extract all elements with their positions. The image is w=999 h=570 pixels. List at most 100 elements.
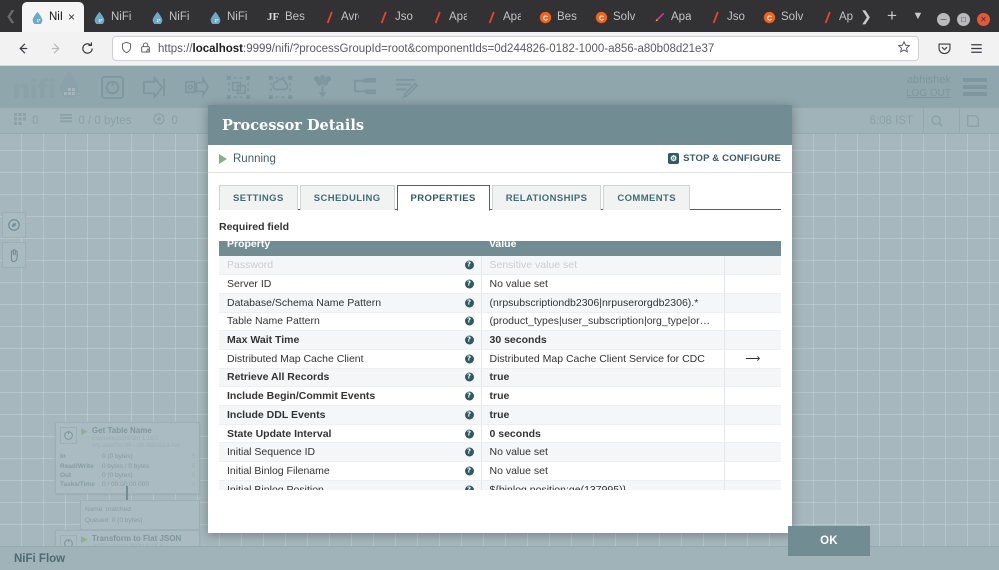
property-value-cell[interactable]: No value set	[481, 442, 725, 463]
connection-queued-row: Queued 0 (0 bytes)	[85, 515, 195, 526]
help-icon[interactable]: ?	[464, 279, 474, 289]
tab-scroll-left-icon[interactable]: ❮	[0, 0, 22, 32]
table-row[interactable]: Distributed Map Cache Client? Distributed…	[219, 349, 781, 369]
browser-tab-13[interactable]: C Solve	[754, 2, 812, 32]
label-icon[interactable]	[394, 75, 419, 100]
browser-tab-10[interactable]: C Solve	[586, 2, 644, 32]
help-icon[interactable]: ?	[464, 429, 474, 439]
canvas-processor-1[interactable]: ▶Transform to Flat JSONJoltTransformJSON…	[55, 530, 200, 546]
property-value-cell[interactable]: true	[481, 405, 725, 425]
property-value-cell[interactable]: ${binlog.position:ge(137995)}	[481, 480, 725, 490]
help-icon[interactable]: ?	[464, 298, 474, 308]
table-row[interactable]: Retrieve All Records? true	[219, 368, 781, 388]
bookmark-star-icon[interactable]	[897, 40, 911, 57]
tab-close-icon[interactable]: ×	[68, 10, 75, 24]
window-maximize-button[interactable]: □	[957, 13, 970, 26]
browser-tab-0[interactable]: NiFi ×	[22, 2, 84, 32]
help-icon[interactable]: ?	[464, 466, 474, 476]
search-icon[interactable]	[923, 107, 949, 134]
property-value-cell[interactable]: true	[481, 386, 725, 406]
process-group-icon[interactable]	[226, 75, 251, 100]
canvas-processor-0[interactable]: ▶ Get Table Name EvaluateJsonPath 1.16.3 or…	[55, 422, 200, 494]
table-row[interactable]: Server ID? No value set	[219, 274, 781, 294]
window-minimize-button[interactable]: ─	[937, 13, 950, 26]
window-close-button[interactable]: ✕	[977, 13, 990, 26]
table-row[interactable]: Initial Binlog Position? ${binlog.positio…	[219, 480, 781, 490]
table-row[interactable]: Initial Binlog Filename? No value set	[219, 461, 781, 481]
property-name-cell: Initial Binlog Filename?	[219, 461, 482, 481]
funnel-icon[interactable]	[310, 74, 335, 100]
processor-icon	[60, 427, 77, 444]
property-value-cell[interactable]: No value set	[481, 461, 725, 481]
browser-tab-9[interactable]: C Best	[530, 2, 586, 32]
browser-tab-4[interactable]: JF Best	[258, 2, 314, 32]
table-row[interactable]: Initial Sequence ID? No value set	[219, 442, 781, 463]
table-row[interactable]: Database/Schema Name Pattern? (nrpsubscri…	[219, 293, 781, 313]
ok-button[interactable]: OK	[788, 526, 870, 556]
table-row[interactable]: Include Begin/Commit Events? true	[219, 386, 781, 406]
browser-tab-12[interactable]: Json	[700, 2, 754, 32]
table-row[interactable]: State Update Interval? 0 seconds	[219, 424, 781, 444]
help-icon[interactable]: ?	[464, 335, 474, 345]
browser-tab-2[interactable]: NiFi	[142, 2, 200, 32]
dialog-tab-scheduling[interactable]: SCHEDULING	[299, 185, 395, 210]
help-icon[interactable]: ?	[464, 260, 474, 270]
browser-tab-14[interactable]: Apa	[812, 2, 853, 32]
navigate-icon[interactable]	[2, 212, 26, 238]
help-icon[interactable]: ?	[464, 354, 474, 364]
table-row[interactable]: Max Wait Time? 30 seconds	[219, 330, 781, 350]
help-icon[interactable]: ?	[464, 391, 474, 401]
property-value-cell[interactable]: 0 seconds	[481, 424, 725, 444]
dialog-tab-relationships[interactable]: RELATIONSHIPS	[491, 185, 602, 210]
property-value-cell[interactable]: true	[481, 368, 725, 388]
remote-process-group-icon[interactable]	[268, 75, 293, 100]
table-row[interactable]: Include DDL Events? true	[219, 405, 781, 425]
browser-tab-3[interactable]: NiFi	[200, 2, 258, 32]
property-value-cell[interactable]: (nrpsubscriptiondb2306|nrpuserorgdb2306)…	[481, 293, 725, 313]
help-icon[interactable]: ?	[464, 447, 474, 457]
property-value-cell[interactable]: Distributed Map Cache Client Service for…	[481, 349, 725, 369]
output-port-icon[interactable]	[184, 75, 209, 100]
back-arrow-left-icon[interactable]	[8, 36, 38, 62]
browser-tab-1[interactable]: NiFi	[84, 2, 142, 32]
help-icon[interactable]: ?	[464, 485, 474, 490]
canvas-connection-box[interactable]: Name matched Queued 0 (0 bytes)	[80, 500, 200, 531]
properties-table-scroll[interactable]: Property Value Password? Sensitive value …	[219, 241, 781, 490]
new-tab-plus-icon[interactable]: +	[879, 0, 905, 32]
property-name: State Update Interval	[227, 427, 332, 440]
help-icon[interactable]: ?	[464, 316, 474, 326]
list-all-tabs-chevron-down-icon[interactable]: ▼	[905, 0, 931, 32]
browser-tab-6[interactable]: Json	[368, 2, 422, 32]
property-value-cell[interactable]: 30 seconds	[481, 330, 725, 350]
tab-overflow-chevron-right-icon[interactable]: ❯	[853, 0, 879, 32]
browser-menu-hamburger-icon[interactable]	[961, 36, 991, 62]
dialog-tab-properties[interactable]: PROPERTIES	[396, 185, 490, 211]
browser-tab-label: Best	[285, 11, 305, 23]
property-value-cell[interactable]: No value set	[481, 274, 725, 294]
reload-icon[interactable]	[72, 36, 102, 62]
arrow-right-icon[interactable]: ⟶	[745, 353, 760, 365]
stop-and-configure-button[interactable]: ⚙ STOP & CONFIGURE	[668, 153, 781, 164]
dialog-tab-settings[interactable]: SETTINGS	[219, 185, 298, 210]
logout-link[interactable]: LOG OUT	[906, 88, 951, 101]
table-row[interactable]: Table Name Pattern? (product_types|user_s…	[219, 312, 781, 332]
help-icon[interactable]: ?	[464, 410, 474, 420]
note-icon[interactable]	[959, 107, 985, 134]
pocket-save-icon[interactable]	[929, 36, 959, 62]
property-value-cell[interactable]: Sensitive value set	[481, 256, 725, 276]
browser-tab-7[interactable]: Apac	[422, 2, 476, 32]
hand-icon[interactable]	[2, 242, 26, 268]
input-port-icon[interactable]	[142, 74, 167, 100]
browser-tab-5[interactable]: Avro	[314, 2, 368, 32]
dialog-tab-comments[interactable]: COMMENTS	[603, 185, 690, 210]
processor-icon[interactable]	[100, 75, 125, 100]
table-row[interactable]: Password? Sensitive value set	[219, 256, 781, 276]
property-action-cell[interactable]: ⟶	[724, 349, 781, 369]
nifi-global-menu-hamburger-icon[interactable]	[963, 78, 987, 96]
address-bar[interactable]: https://localhost:9999/nifi/?processGrou…	[112, 36, 919, 61]
browser-tab-8[interactable]: Apac	[476, 2, 530, 32]
browser-tab-11[interactable]: Apac	[644, 2, 700, 32]
property-value-cell[interactable]: (product_types|user_subscription|org_typ…	[481, 312, 725, 332]
template-icon[interactable]	[352, 75, 377, 100]
help-icon[interactable]: ?	[464, 372, 474, 382]
